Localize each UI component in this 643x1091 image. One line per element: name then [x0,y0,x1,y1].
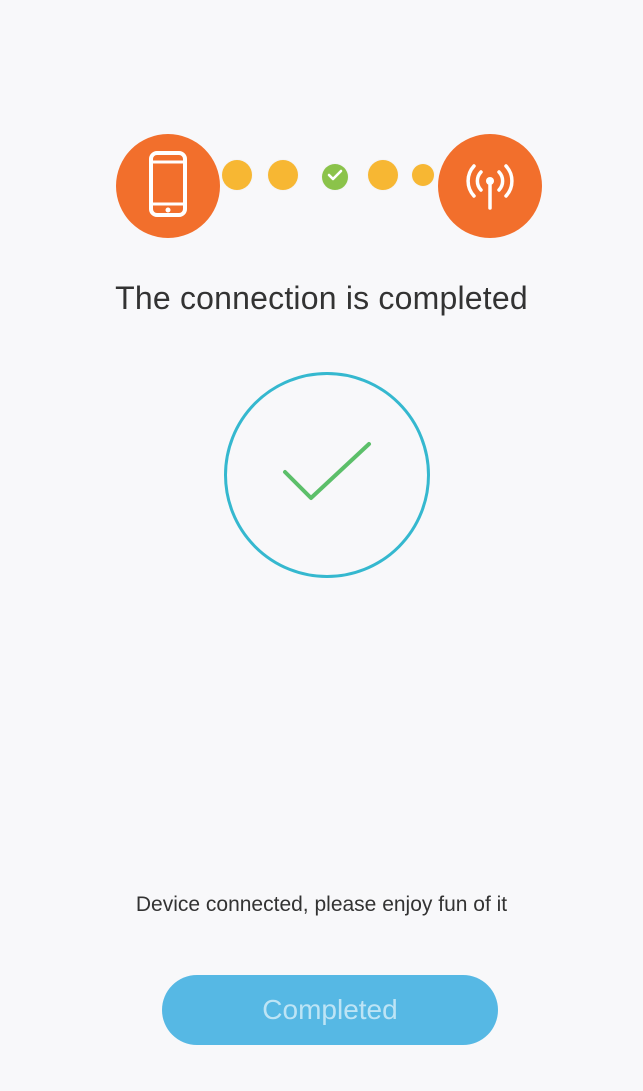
check-icon [327,168,343,187]
phone-icon [148,150,188,223]
connection-complete-screen: The connection is completed Device conne… [0,0,643,1091]
wifi-signal-icon [460,154,520,219]
phone-node [116,134,220,238]
progress-dot [412,164,434,186]
success-indicator [224,372,430,578]
progress-check-dot [322,164,348,190]
page-title: The connection is completed [115,280,528,316]
completed-button[interactable]: Completed [162,975,498,1045]
success-check-icon [279,438,375,513]
progress-dot [222,160,252,190]
progress-dot [368,160,398,190]
connection-progress [0,130,643,238]
status-message: Device connected, please enjoy fun of it [135,893,508,916]
progress-dot [268,160,298,190]
router-node [438,134,542,238]
